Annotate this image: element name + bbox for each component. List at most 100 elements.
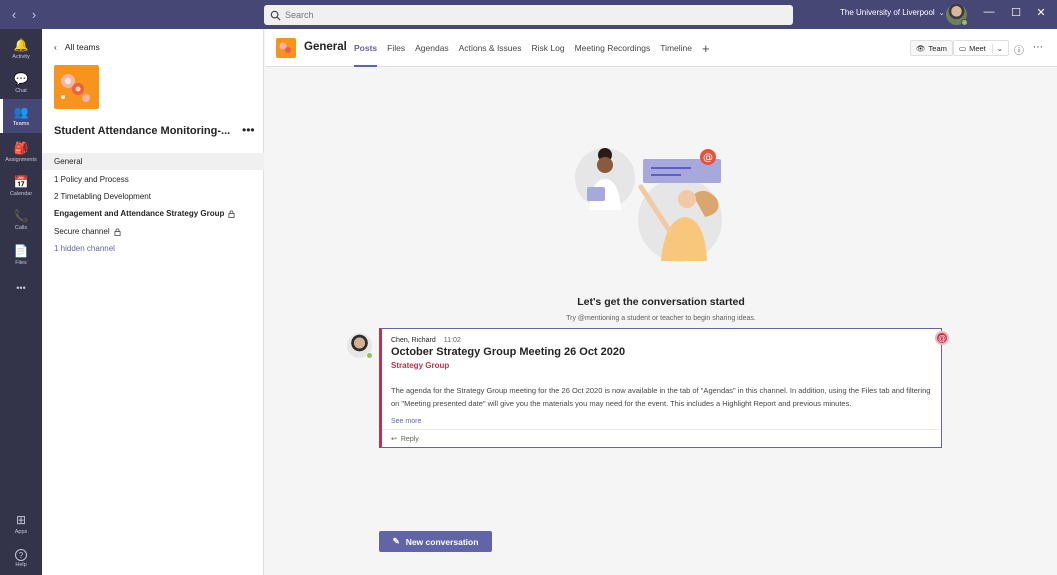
meet-button[interactable]: ▭ Meet ⌄ bbox=[953, 40, 1010, 56]
channel-general[interactable]: General bbox=[42, 153, 264, 170]
rail-item-teams[interactable]: 👥 Teams bbox=[0, 99, 42, 133]
rail-item-label: Calls bbox=[14, 224, 28, 231]
reply-icon: ↩ bbox=[391, 436, 397, 443]
tab-actions-issues[interactable]: Actions & Issues bbox=[459, 29, 522, 67]
channel-label: 1 Policy and Process bbox=[54, 175, 129, 184]
team-button[interactable]: 👁 Team bbox=[910, 40, 953, 56]
assignments-icon: 🎒 bbox=[13, 140, 29, 155]
minimize-button[interactable]: — bbox=[982, 6, 996, 18]
search-box[interactable] bbox=[264, 5, 793, 25]
hidden-channels-link[interactable]: 1 hidden channel bbox=[42, 240, 264, 257]
search-input[interactable] bbox=[285, 10, 765, 20]
team-name: Student Attendance Monitoring-... bbox=[54, 125, 231, 137]
team-more-options-button[interactable]: ••• bbox=[242, 123, 255, 137]
channel-title: General bbox=[304, 41, 347, 53]
new-conversation-button[interactable]: ✎ New conversation bbox=[379, 531, 492, 552]
channel-label: Secure channel bbox=[54, 227, 110, 236]
rail-item-label: Apps bbox=[14, 528, 28, 535]
rail-item-label: Calendar bbox=[9, 190, 33, 197]
post-body: The agenda for the Strategy Group meetin… bbox=[391, 386, 931, 408]
tab-risk-log[interactable]: Risk Log bbox=[532, 29, 565, 67]
flower-icon bbox=[61, 74, 90, 102]
channel-label: 2 Timetabling Development bbox=[54, 192, 151, 201]
team-panel: ‹ All teams Student Attendance Monitorin… bbox=[42, 29, 264, 575]
channel-secure[interactable]: Secure channel bbox=[42, 223, 264, 240]
rail-item-chat[interactable]: 💬 Chat bbox=[0, 66, 42, 100]
post-time: 11:02 bbox=[443, 337, 461, 344]
maximize-button[interactable]: ☐ bbox=[1009, 6, 1023, 19]
tab-posts[interactable]: Posts bbox=[354, 29, 378, 67]
rail-item-apps[interactable]: ⊞ Apps bbox=[0, 507, 42, 541]
compose-icon: ✎ bbox=[392, 536, 400, 546]
channel-header: General Posts Files Agendas Actions & Is… bbox=[265, 29, 1057, 67]
add-tab-button[interactable]: + bbox=[702, 29, 710, 67]
team-logo[interactable] bbox=[54, 65, 99, 109]
rail-item-activity[interactable]: 🔔 Activity bbox=[0, 32, 42, 66]
post-subtitle: Strategy Group bbox=[391, 361, 450, 370]
all-teams-label: All teams bbox=[64, 42, 100, 52]
rail-item-more[interactable]: ••• bbox=[0, 272, 42, 306]
info-icon[interactable]: ⓘ bbox=[1014, 42, 1024, 57]
phone-icon: 📞 bbox=[13, 208, 29, 223]
post-meta: Chen, Richard 11:02 bbox=[391, 337, 461, 344]
lock-icon bbox=[114, 228, 121, 236]
file-icon: 📄 bbox=[13, 243, 29, 258]
reply-label: Reply bbox=[400, 435, 419, 443]
tenant-switcher[interactable]: The University of Liverpool ⌄ bbox=[840, 8, 945, 17]
rail-item-label: Chat bbox=[15, 87, 27, 94]
rail-item-label: Teams bbox=[12, 120, 30, 127]
rail-item-files[interactable]: 📄 Files bbox=[0, 238, 42, 272]
chevron-left-icon: ‹ bbox=[54, 42, 57, 52]
eye-icon: 👁 bbox=[916, 43, 926, 53]
forward-arrow-icon[interactable]: › bbox=[28, 7, 40, 22]
more-icon: ••• bbox=[16, 283, 26, 293]
author-avatar[interactable] bbox=[347, 333, 373, 359]
tab-files[interactable]: Files bbox=[387, 29, 405, 67]
conversation-post[interactable]: Chen, Richard 11:02 October Strategy Gro… bbox=[379, 328, 942, 448]
rail-item-help[interactable]: ? Help bbox=[0, 541, 42, 575]
channel-timetabling-development[interactable]: 2 Timetabling Development bbox=[42, 188, 264, 205]
post-title: October Strategy Group Meeting 26 Oct 20… bbox=[391, 346, 626, 358]
rail-item-calls[interactable]: 📞 Calls bbox=[0, 203, 42, 237]
mention-icon: @ bbox=[935, 331, 949, 345]
channel-label: General bbox=[54, 157, 83, 166]
post-author[interactable]: Chen, Richard bbox=[391, 337, 436, 344]
rail-item-assignments[interactable]: 🎒 Assignments bbox=[0, 135, 42, 169]
video-camera-icon: ▭ bbox=[959, 43, 967, 53]
conversation-illustration: @ bbox=[575, 148, 722, 262]
post-divider bbox=[382, 429, 940, 430]
channel-policy-and-process[interactable]: 1 Policy and Process bbox=[42, 171, 264, 188]
chevron-down-icon: ⌄ bbox=[938, 9, 945, 17]
chat-icon: 💬 bbox=[13, 71, 29, 86]
lock-icon bbox=[228, 210, 235, 218]
flower-icon bbox=[279, 42, 291, 53]
calendar-icon: 📅 bbox=[13, 174, 29, 189]
teams-icon: 👥 bbox=[13, 104, 29, 119]
presence-available-icon bbox=[961, 19, 968, 26]
profile-avatar[interactable] bbox=[946, 4, 968, 26]
see-more-link[interactable]: See more bbox=[391, 418, 421, 425]
rail-item-label: Help bbox=[15, 561, 27, 568]
channel-engagement-strategy-group[interactable]: Engagement and Attendance Strategy Group bbox=[42, 205, 264, 222]
close-window-button[interactable]: ✕ bbox=[1034, 6, 1048, 19]
svg-text:@: @ bbox=[703, 153, 713, 164]
channel-label: 1 hidden channel bbox=[54, 244, 115, 253]
back-arrow-icon[interactable]: ‹ bbox=[8, 7, 20, 22]
tab-meeting-recordings[interactable]: Meeting Recordings bbox=[575, 29, 651, 67]
reply-button[interactable]: ↩ Reply bbox=[391, 435, 419, 444]
rail-item-label: Files bbox=[15, 259, 27, 266]
tenant-name: The University of Liverpool bbox=[840, 8, 935, 17]
channel-team-logo bbox=[276, 38, 296, 58]
rail-item-calendar[interactable]: 📅 Calendar bbox=[0, 169, 42, 203]
search-icon bbox=[270, 10, 281, 21]
tab-agendas[interactable]: Agendas bbox=[415, 29, 449, 67]
history-nav: ‹ › bbox=[0, 7, 60, 22]
chevron-down-icon[interactable]: ⌄ bbox=[991, 43, 1003, 53]
tab-timeline[interactable]: Timeline bbox=[660, 29, 692, 67]
bell-icon: 🔔 bbox=[13, 37, 29, 52]
channel-tabs: Posts Files Agendas Actions & Issues Ris… bbox=[354, 29, 710, 67]
welcome-title: Let's get the conversation started bbox=[577, 296, 745, 308]
rail-item-label: Activity bbox=[12, 53, 30, 60]
all-teams-link[interactable]: ‹ All teams bbox=[54, 42, 100, 52]
more-options-icon[interactable]: ⋯ bbox=[1033, 42, 1043, 53]
